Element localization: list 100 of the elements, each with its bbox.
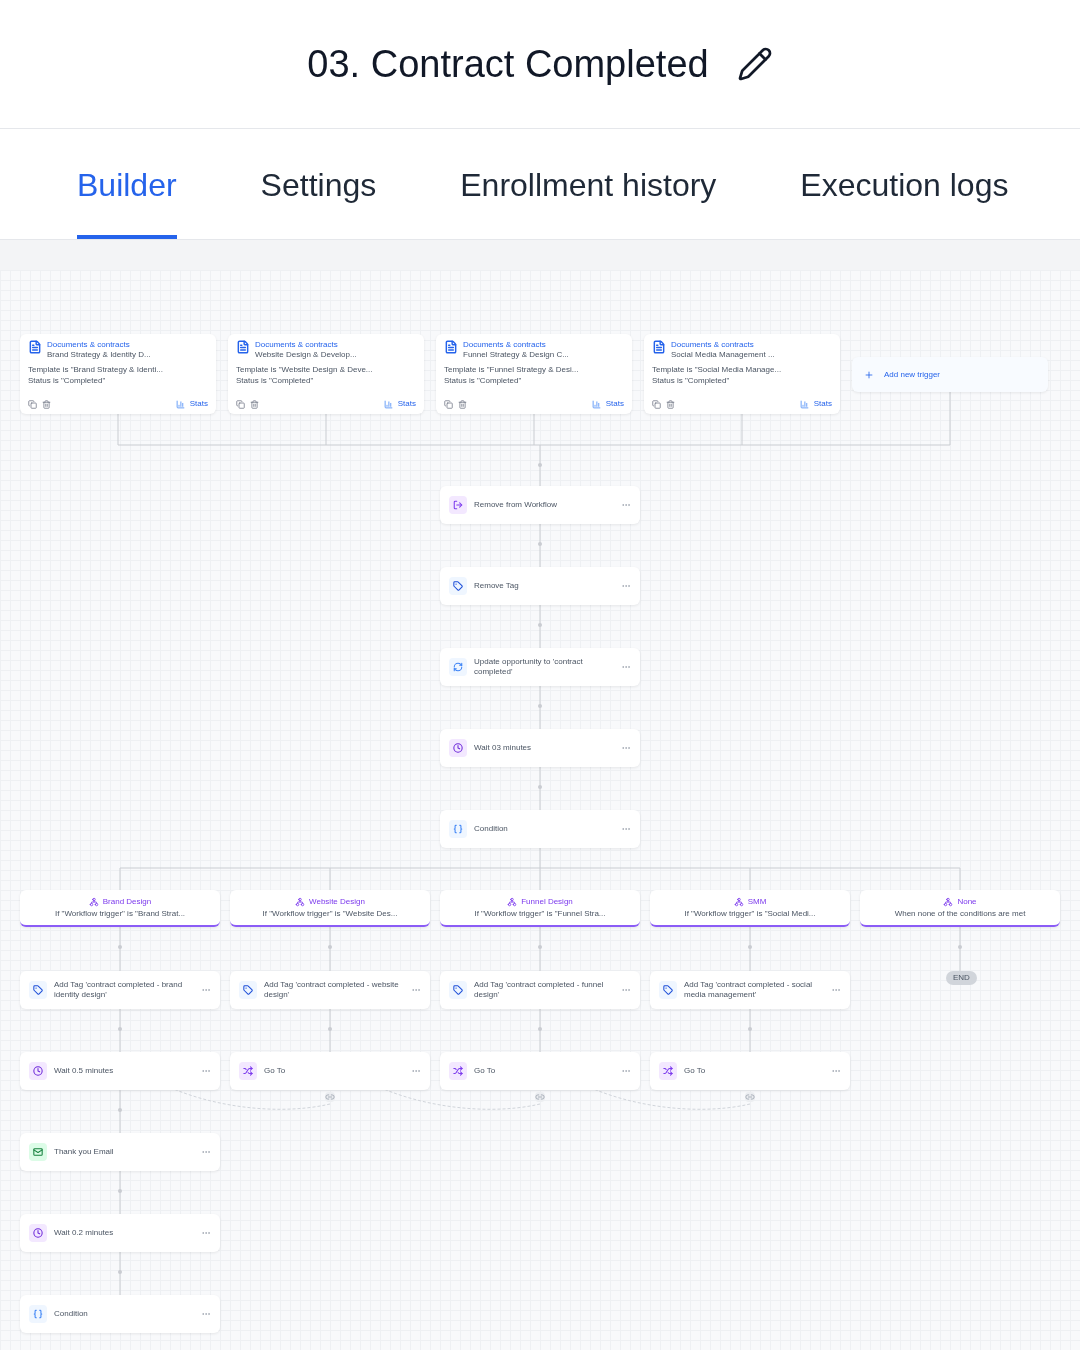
mail-icon bbox=[29, 1143, 47, 1161]
trigger-card[interactable]: Documents & contracts Brand Strategy & Identity D... Template is "Brand Strategy & Identi... Status is "Completed" Stats bbox=[20, 334, 216, 414]
trigger-name: Brand Strategy & Identity D... bbox=[47, 350, 151, 360]
trash-icon[interactable] bbox=[42, 399, 51, 409]
action-node[interactable]: Add Tag 'contract completed - funnel design' bbox=[440, 971, 640, 1009]
action-label: Add Tag 'contract completed - website design' bbox=[264, 980, 400, 1000]
clock-icon bbox=[449, 739, 467, 757]
action-label: Add Tag 'contract completed - social media management' bbox=[684, 980, 814, 1000]
action-label: Remove from Workflow bbox=[474, 500, 558, 510]
action-label: Condition bbox=[474, 824, 509, 834]
action-node[interactable]: Update opportunity to 'contract completed' bbox=[440, 648, 640, 686]
action-node[interactable]: Add Tag 'contract completed - website design' bbox=[230, 971, 430, 1009]
shuffle-icon bbox=[659, 1062, 677, 1080]
edit-icon[interactable] bbox=[736, 46, 773, 82]
copy-icon[interactable] bbox=[444, 399, 453, 409]
action-node[interactable]: Thank you Email bbox=[20, 1133, 220, 1171]
action-node[interactable]: Go To bbox=[230, 1052, 430, 1090]
document-icon bbox=[444, 340, 458, 354]
chart-icon bbox=[175, 399, 185, 409]
link-icon bbox=[745, 1092, 755, 1102]
chart-icon bbox=[591, 399, 601, 409]
chart-icon bbox=[799, 399, 809, 409]
link-icon bbox=[535, 1092, 545, 1102]
action-label: Add Tag 'contract completed - brand identity design' bbox=[54, 980, 184, 1000]
action-node[interactable]: Remove Tag bbox=[440, 567, 640, 605]
action-label: Add Tag 'contract completed - funnel design' bbox=[474, 980, 605, 1000]
fork-icon bbox=[733, 896, 744, 907]
trigger-name: Funnel Strategy & Design C... bbox=[463, 350, 569, 360]
branch-rule: When none of the conditions are met bbox=[894, 908, 1026, 919]
branch-card[interactable]: Website Design If "Workflow trigger" is "Website Des... bbox=[230, 890, 430, 927]
tab[interactable]: Execution logs bbox=[800, 129, 1009, 239]
trigger-card[interactable]: Documents & contracts Funnel Strategy & Design C... Template is "Funnel Strategy & Desi... Status is "Completed" Stats bbox=[436, 334, 632, 414]
workflow-title: 03. Contract Completed bbox=[307, 41, 709, 87]
tab[interactable]: Settings bbox=[260, 129, 377, 239]
action-node[interactable]: Go To bbox=[440, 1052, 640, 1090]
action-node[interactable]: Wait 03 minutes bbox=[440, 729, 640, 767]
action-label: Condition bbox=[54, 1309, 89, 1319]
action-node[interactable]: Remove from Workflow bbox=[440, 486, 640, 524]
branch-card[interactable]: None When none of the conditions are met bbox=[860, 890, 1060, 927]
action-label: Remove Tag bbox=[474, 581, 520, 591]
trigger-card[interactable]: Documents & contracts Website Design & Develop... Template is "Website Design & Deve... Status is "Completed" Stats bbox=[228, 334, 424, 414]
exit-icon bbox=[449, 496, 467, 514]
stats-link[interactable]: Stats bbox=[397, 399, 416, 409]
action-label: Update opportunity to 'contract completed' bbox=[474, 657, 584, 677]
branch-rule: If "Workflow trigger" is "Funnel Stra... bbox=[474, 908, 606, 919]
trigger-name: Social Media Management ... bbox=[671, 350, 775, 360]
action-node[interactable]: Condition bbox=[440, 810, 640, 848]
shuffle-icon bbox=[239, 1062, 257, 1080]
trigger-card[interactable]: Documents & contracts Social Media Management ... Template is "Social Media Manage... Status is "Completed" Stats bbox=[644, 334, 840, 414]
trigger-condition: Template is "Funnel Strategy & Desi... bbox=[444, 364, 580, 375]
trigger-app: Documents & contracts bbox=[255, 340, 339, 350]
tab[interactable]: Enrollment history bbox=[460, 129, 717, 239]
braces-icon bbox=[29, 1305, 47, 1323]
action-node[interactable]: Add Tag 'contract completed - social media management' bbox=[650, 971, 850, 1009]
stats-link[interactable]: Stats bbox=[605, 399, 624, 409]
action-node[interactable]: Go To bbox=[650, 1052, 850, 1090]
branch-name: SMM bbox=[747, 896, 767, 907]
action-node[interactable]: Add Tag 'contract completed - brand identity design' bbox=[20, 971, 220, 1009]
action-label: Wait 03 minutes bbox=[474, 743, 533, 753]
action-node[interactable]: Wait 0.5 minutes bbox=[20, 1052, 220, 1090]
copy-icon[interactable] bbox=[28, 399, 37, 409]
stats-link[interactable]: Stats bbox=[813, 399, 832, 409]
action-label: Go To bbox=[474, 1066, 497, 1076]
branch-card[interactable]: Brand Design If "Workflow trigger" is "Brand Strat... bbox=[20, 890, 220, 927]
tag-icon bbox=[449, 981, 467, 999]
link-icon bbox=[325, 1092, 335, 1102]
branch-name: Website Design bbox=[309, 896, 365, 907]
branch-card[interactable]: SMM If "Workflow trigger" is "Social Medi... bbox=[650, 890, 850, 927]
add-trigger-button[interactable]: Add new trigger bbox=[852, 357, 1048, 392]
action-label: Go To bbox=[684, 1066, 707, 1076]
branch-name: Brand Design bbox=[102, 896, 152, 907]
branch-name: None bbox=[957, 896, 977, 907]
trigger-condition: Template is "Website Design & Deve... bbox=[236, 364, 374, 375]
trash-icon[interactable] bbox=[458, 399, 467, 409]
tag-icon bbox=[449, 577, 467, 595]
copy-icon[interactable] bbox=[236, 399, 245, 409]
clock-icon bbox=[29, 1224, 47, 1242]
trigger-app: Documents & contracts bbox=[463, 340, 547, 350]
copy-icon[interactable] bbox=[652, 399, 661, 409]
branch-rule: If "Workflow trigger" is "Brand Strat... bbox=[54, 908, 186, 919]
trigger-condition: Status is "Completed" bbox=[444, 375, 523, 386]
branch-card[interactable]: Funnel Design If "Workflow trigger" is "Funnel Stra... bbox=[440, 890, 640, 927]
trigger-condition: Status is "Completed" bbox=[28, 375, 107, 386]
refresh-icon bbox=[449, 658, 467, 676]
action-node[interactable]: Condition bbox=[20, 1295, 220, 1333]
branch-rule: If "Workflow trigger" is "Website Des... bbox=[262, 908, 398, 919]
shuffle-icon bbox=[449, 1062, 467, 1080]
trigger-condition: Status is "Completed" bbox=[652, 375, 731, 386]
braces-icon bbox=[449, 820, 467, 838]
trigger-condition: Template is "Social Media Manage... bbox=[652, 364, 783, 375]
fork-icon bbox=[88, 896, 99, 907]
action-label: Wait 0.2 minutes bbox=[54, 1228, 115, 1238]
action-node[interactable]: Wait 0.2 minutes bbox=[20, 1214, 220, 1252]
clock-icon bbox=[29, 1062, 47, 1080]
stats-link[interactable]: Stats bbox=[189, 399, 208, 409]
trash-icon[interactable] bbox=[250, 399, 259, 409]
action-label: Wait 0.5 minutes bbox=[54, 1066, 115, 1076]
document-icon bbox=[28, 340, 42, 354]
plus-icon bbox=[864, 369, 874, 380]
trash-icon[interactable] bbox=[666, 399, 675, 409]
